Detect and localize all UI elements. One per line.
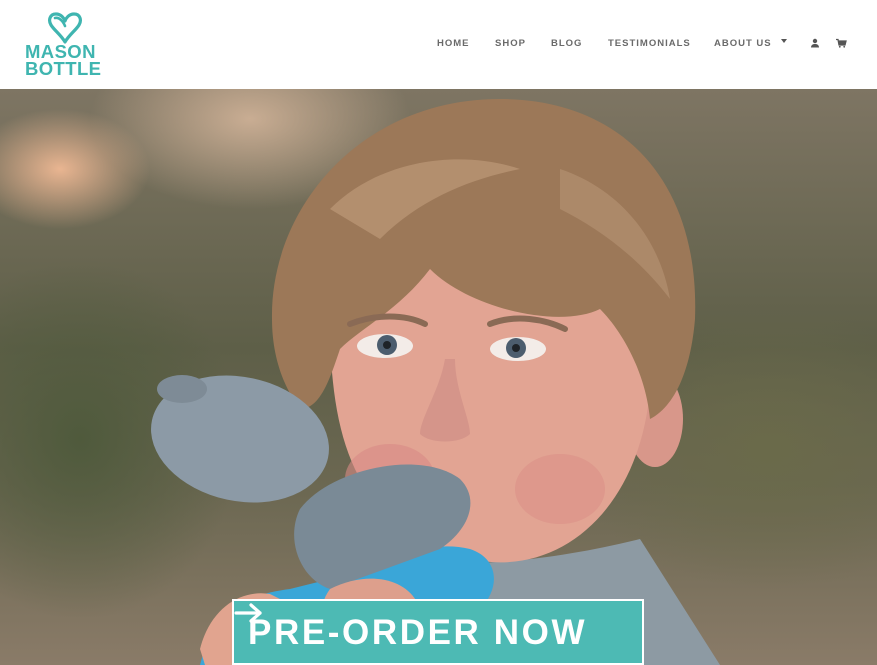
cart-icon[interactable]: [835, 37, 847, 49]
brand-line-2: BOTTLE: [25, 58, 102, 79]
heart-logo-icon: [48, 12, 82, 44]
about-us-dropdown-icon[interactable]: [781, 39, 787, 43]
pre-order-now-label: PRE-ORDER NOW: [248, 613, 588, 652]
hero-photo-boy-drinking-from-bottle: [151, 99, 720, 665]
mason-bottle-logo[interactable]: MASON BOTTLE: [25, 9, 109, 81]
nav-testimonials-link[interactable]: TESTIMONIALS: [608, 38, 691, 50]
nav-home-link[interactable]: HOME: [437, 38, 470, 50]
hero-banner: PRE-ORDER NOW: [0, 89, 877, 665]
nav-shop-link[interactable]: SHOP: [495, 38, 526, 50]
nav-about-us-link[interactable]: ABOUT US: [714, 38, 772, 50]
arrow-right-icon: [234, 603, 262, 623]
pre-order-now-button[interactable]: PRE-ORDER NOW: [232, 599, 644, 665]
user-icon[interactable]: [809, 37, 821, 49]
nav-blog-link[interactable]: BLOG: [551, 38, 582, 50]
site-header: MASON BOTTLE HOME SHOP BLOG TESTIMONIALS…: [0, 0, 877, 89]
brand-wordmark: MASON BOTTLE: [25, 42, 109, 79]
